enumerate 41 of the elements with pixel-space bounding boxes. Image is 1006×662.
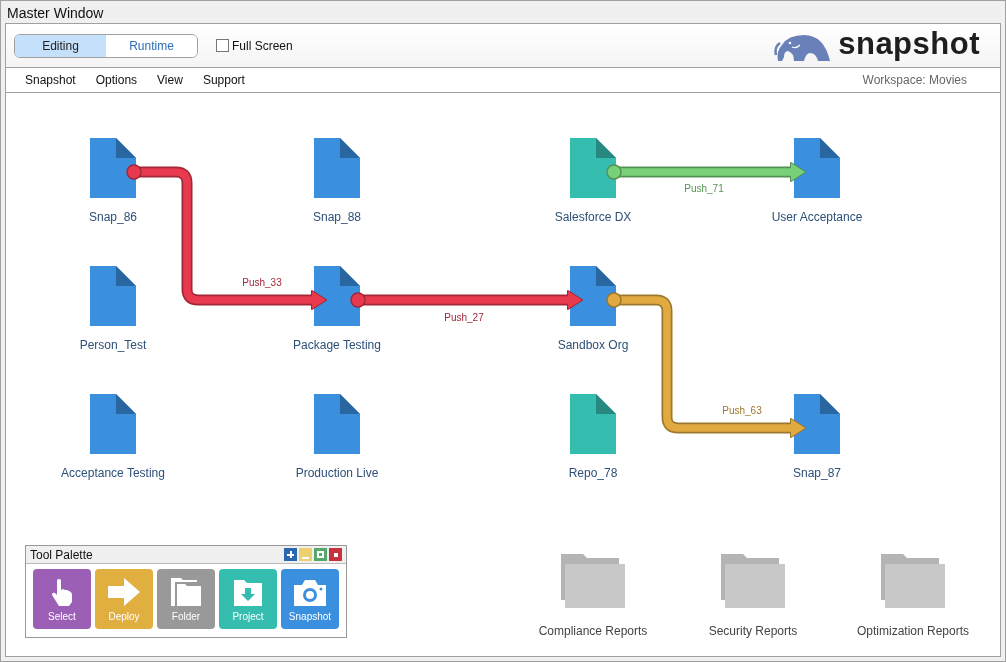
- connector-label: Push_33: [242, 278, 282, 288]
- folder-icon[interactable]: [561, 554, 625, 608]
- connector-label: Push_27: [444, 313, 484, 323]
- node-label[interactable]: Acceptance Testing: [61, 464, 165, 482]
- folder-download-icon: [234, 580, 262, 606]
- node-label[interactable]: Sandbox Org: [557, 336, 629, 354]
- checkbox[interactable]: [216, 39, 229, 52]
- menu-item[interactable]: Support: [202, 71, 245, 89]
- add-icon[interactable]: [284, 548, 297, 561]
- window-title: Master Window: [6, 4, 105, 23]
- mode-tab[interactable]: Editing: [15, 34, 106, 57]
- menu-item[interactable]: Options: [95, 71, 138, 89]
- connector-label: Push_63: [722, 406, 762, 416]
- folder-label[interactable]: Security Reports: [708, 622, 798, 640]
- node-label[interactable]: Production Live: [295, 464, 379, 482]
- menu-item[interactable]: View: [157, 71, 183, 89]
- arrow-right-icon: [108, 578, 140, 606]
- workspace-label: Workspace: Movies: [862, 72, 967, 89]
- close-icon[interactable]: [329, 548, 342, 561]
- node-label[interactable]: Repo_78: [568, 464, 618, 482]
- connector-label: Push_71: [684, 184, 724, 194]
- node-label[interactable]: Snap_88: [312, 208, 361, 226]
- maximize-icon[interactable]: [314, 548, 327, 561]
- node-label[interactable]: User Acceptance: [771, 208, 863, 226]
- folders-icon: [171, 578, 201, 606]
- node-label[interactable]: Person_Test: [79, 336, 147, 354]
- checkbox-label: Full Screen: [232, 37, 293, 55]
- folder-icon[interactable]: [881, 554, 945, 608]
- logo-text: snapshot: [838, 28, 980, 59]
- camera-icon: [294, 580, 326, 606]
- node-label[interactable]: Package Testing: [293, 336, 381, 354]
- node-label[interactable]: Snap_87: [792, 464, 841, 482]
- tool-button[interactable]: Select: [33, 569, 91, 629]
- menu-item[interactable]: Snapshot: [25, 71, 76, 89]
- hand-pointer-icon: [51, 578, 73, 606]
- folder-label[interactable]: Optimization Reports: [856, 622, 969, 640]
- node-label[interactable]: Salesforce DX: [554, 208, 632, 226]
- folder-label[interactable]: Compliance Reports: [538, 622, 648, 640]
- folder-icon[interactable]: [721, 554, 785, 608]
- palette-title: Tool Palette: [30, 546, 93, 564]
- node-label[interactable]: Snap_86: [88, 208, 137, 226]
